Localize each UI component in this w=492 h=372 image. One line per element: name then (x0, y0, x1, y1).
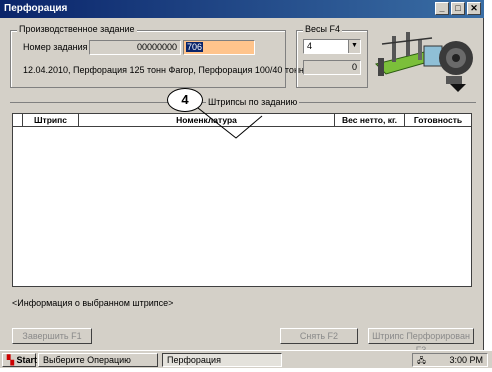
task-number-label: Номер задания (23, 42, 88, 52)
network-icon: 🖧 (417, 356, 426, 365)
scales-select[interactable]: 4 ▼ (303, 39, 361, 54)
task-description: 12.04.2010, Перфорация 125 тонн Фагор, П… (23, 65, 304, 75)
taskbar-active-window[interactable]: Перфорация (162, 353, 282, 367)
close-button[interactable]: ✕ (467, 2, 481, 15)
production-task-title: Производственное задание (17, 24, 137, 34)
chevron-down-icon[interactable]: ▼ (348, 40, 360, 53)
main-window: Перфорация _ □ ✕ Производственное задани… (0, 0, 484, 355)
clock: 3:00 PM (449, 355, 483, 365)
column-strip[interactable]: Штрипс (23, 114, 79, 126)
minimize-button[interactable]: _ (435, 2, 449, 15)
taskbar-select-operation[interactable]: Выберите Операцию (38, 353, 158, 367)
callout-badge: 4 (167, 88, 203, 112)
taskbar: ▚ Start Выберите Операцию Перфорация 🖧 3… (0, 350, 492, 368)
perforated-button[interactable]: Штрипс Перфорирован F3 (368, 328, 474, 355)
row-selector-header (13, 114, 23, 126)
scales-title: Весы F4 (303, 24, 342, 34)
production-task-group: Производственное задание Номер задания 0… (10, 24, 304, 88)
task-number-field: 00000000 (89, 40, 181, 55)
task-code-value: 706 (186, 42, 204, 52)
scales-group: Весы F4 4 ▼ 0 (296, 24, 368, 88)
start-label: Start (16, 355, 37, 365)
callout-pointer (197, 107, 263, 139)
complete-button[interactable]: Завершить F1 (12, 328, 92, 344)
window-title: Перфорация (4, 3, 68, 14)
windows-logo-icon: ▚ (7, 355, 14, 365)
start-button[interactable]: ▚ Start (2, 353, 37, 367)
scales-selected: 4 (307, 41, 313, 51)
title-bar: Перфорация _ □ ✕ (0, 0, 484, 18)
weight-display: 0 (303, 60, 361, 75)
column-net-weight[interactable]: Вес нетто, кг. (335, 114, 405, 126)
remove-button[interactable]: Снять F2 (280, 328, 358, 344)
maximize-button[interactable]: □ (451, 2, 465, 15)
system-tray: 🖧 3:00 PM (412, 353, 488, 367)
task-code-input[interactable]: 706 (183, 40, 255, 55)
perforation-machine-image (375, 32, 473, 92)
column-readiness[interactable]: Готовность (405, 114, 471, 126)
selected-strip-info: <Информация о выбранном штрипсе> (12, 298, 174, 308)
